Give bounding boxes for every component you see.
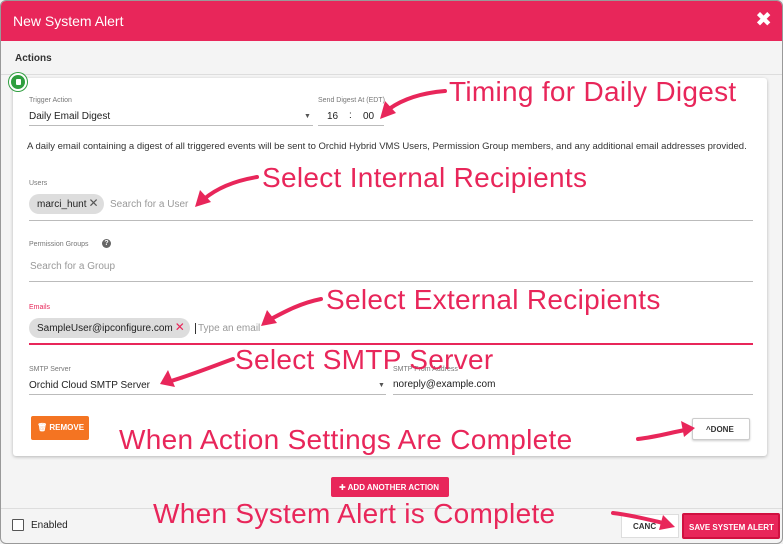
smtp-server-label: SMTP Server	[29, 366, 71, 373]
enabled-label: Enabled	[31, 520, 68, 531]
time-separator: :	[349, 110, 352, 121]
remove-button-label: REMOVE	[49, 423, 85, 432]
emails-label: Emails	[29, 304, 51, 311]
user-chip-label: marci_hunt	[37, 199, 87, 210]
trigger-action-label: Trigger Action	[29, 97, 72, 104]
smtp-from-underline	[393, 394, 753, 395]
trash-icon: 🗑	[37, 423, 48, 432]
plus-icon: ✚	[339, 483, 346, 492]
done-button[interactable]: ^DONE	[692, 418, 750, 440]
send-underline	[318, 125, 384, 126]
remove-user-close-icon[interactable]: ✕	[88, 196, 98, 210]
email-chip-label: SampleUser@ipconfigure.com	[37, 323, 173, 334]
remove-email-close-icon[interactable]: ✕	[175, 320, 185, 334]
divider	[1, 74, 782, 75]
user-chip: marci_hunt ✕	[29, 194, 104, 214]
enabled-checkbox[interactable]	[12, 519, 24, 531]
annotation-smtp: Select SMTP Server	[235, 344, 494, 375]
trigger-chevron-down-icon[interactable]: ▼	[304, 113, 311, 120]
email-action-badge-icon	[9, 73, 27, 91]
save-system-alert-button[interactable]: SAVE SYSTEM ALERT	[682, 513, 780, 539]
annotation-action-done: When Action Settings Are Complete	[119, 424, 573, 455]
help-icon[interactable]: ?	[102, 239, 111, 248]
smtp-server-select[interactable]: Orchid Cloud SMTP Server	[29, 380, 150, 391]
users-underline	[29, 220, 753, 221]
section-heading-actions: Actions	[15, 53, 52, 64]
email-input[interactable]: Type an email	[195, 323, 260, 334]
annotation-timing: Timing for Daily Digest	[449, 76, 737, 107]
add-another-action-button[interactable]: ✚ ADD ANOTHER ACTION	[331, 477, 449, 497]
email-chip: SampleUser@ipconfigure.com ✕	[29, 318, 190, 338]
send-minute-input[interactable]: 00	[363, 111, 374, 122]
close-icon[interactable]: ✖	[755, 10, 772, 30]
permission-groups-label: Permission Groups	[29, 241, 89, 248]
action-card	[13, 78, 767, 456]
annotation-alert-done: When System Alert is Complete	[153, 498, 556, 529]
new-system-alert-dialog: New System Alert ✖ Actions Trigger Actio…	[0, 0, 783, 544]
remove-button[interactable]: 🗑 REMOVE	[31, 416, 89, 440]
smtp-chevron-down-icon[interactable]: ▼	[378, 382, 385, 389]
dialog-title: New System Alert	[13, 13, 124, 29]
users-label: Users	[29, 180, 48, 187]
trigger-action-select[interactable]: Daily Email Digest	[29, 111, 110, 122]
add-action-label: ADD ANOTHER ACTION	[347, 483, 440, 492]
users-search-input[interactable]: Search for a User	[110, 199, 188, 210]
send-digest-label: Send Digest At (EDT)	[318, 97, 385, 104]
annotation-external: Select External Recipients	[326, 284, 661, 315]
groups-search-input[interactable]: Search for a Group	[30, 261, 115, 272]
digest-description: A daily email containing a digest of all…	[27, 141, 747, 152]
done-button-label: DONE	[710, 425, 734, 434]
trigger-underline	[29, 125, 313, 126]
smtp-underline	[29, 394, 386, 395]
annotation-internal: Select Internal Recipients	[262, 162, 588, 193]
send-hour-input[interactable]: 16	[327, 111, 338, 122]
smtp-from-input[interactable]: noreply@example.com	[393, 379, 495, 390]
cancel-button[interactable]: CANC	[621, 514, 679, 538]
dialog-title-bar: New System Alert ✖	[1, 1, 782, 41]
groups-underline	[29, 281, 753, 282]
